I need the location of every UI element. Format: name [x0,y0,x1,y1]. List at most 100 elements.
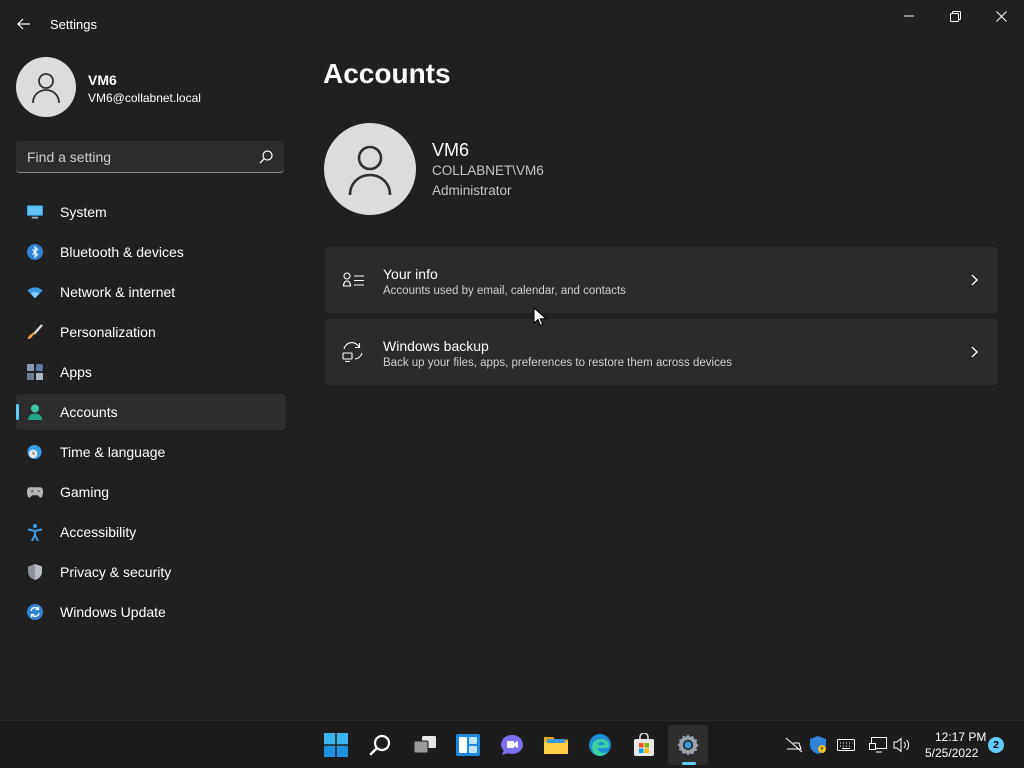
sidebar-item-label: Personalization [60,324,156,340]
back-button[interactable] [12,12,36,36]
user-avatar-icon [348,145,392,196]
sidebar-item-personalization[interactable]: Personalization [16,314,286,350]
minimize-icon [904,15,914,17]
minimize-button[interactable] [886,0,932,32]
app-title: Settings [50,17,97,32]
windows-backup-card[interactable]: Windows backup Back up your files, apps,… [325,319,998,385]
taskbar-chat-button[interactable] [492,725,532,765]
system-monitor-icon [27,204,43,220]
settings-search-box[interactable] [16,141,284,173]
taskbar-store-button[interactable] [624,725,664,765]
close-icon [995,10,1007,22]
sidebar-item-windows-update[interactable]: Windows Update [16,594,286,630]
contact-card-icon [342,270,364,290]
volume-icon [893,737,910,753]
close-button[interactable] [978,0,1024,32]
notification-badge[interactable]: 2 [988,737,1004,753]
avatar [16,57,76,117]
card-subtitle: Back up your files, apps, preferences to… [383,357,732,369]
edge-icon [589,734,611,756]
sidebar-item-label: Windows Update [60,604,166,620]
file-explorer-icon [544,737,568,754]
profile-email: VM6@collabnet.local [88,91,201,105]
bluetooth-icon [27,244,43,260]
clock-date[interactable]: 5/25/2022 [925,746,978,760]
apps-icon [27,364,43,380]
restore-button[interactable] [932,0,978,32]
taskbar-file-explorer-button[interactable] [536,725,576,765]
card-subtitle: Accounts used by email, calendar, and co… [383,285,626,297]
sidebar-item-apps[interactable]: Apps [16,354,286,390]
sidebar-item-privacy-security[interactable]: Privacy & security [16,554,286,590]
start-icon [324,733,348,757]
accessibility-icon [27,523,43,541]
globe-clock-icon [27,444,43,460]
user-avatar-icon [32,73,60,104]
sidebar-item-label: Time & language [60,444,166,460]
restore-icon [949,10,961,22]
mouse-cursor-icon [533,307,547,327]
shield-icon [27,564,43,580]
search-icon[interactable] [258,149,274,165]
defender-shield-icon [810,736,826,754]
card-title: Your info [383,266,438,282]
sidebar-item-label: System [60,204,107,220]
taskbar: 12:17 PM 5/25/2022 2 [0,720,1024,768]
sidebar-item-label: Bluetooth & devices [60,244,184,260]
taskbar-settings-button[interactable] [668,725,708,765]
backup-sync-icon [342,342,364,362]
sidebar-item-label: Network & internet [60,284,176,300]
settings-gear-icon [677,734,699,756]
search-input[interactable] [16,141,252,172]
sidebar-item-label: Gaming [60,484,110,500]
account-domain: COLLABNET\VM6 [432,163,544,178]
profile-header[interactable]: VM6 VM6@collabnet.local [16,57,286,117]
active-app-indicator [682,762,696,765]
title-bar: Settings [0,0,1024,48]
tray-volume[interactable] [892,735,912,755]
wifi-icon [27,284,43,300]
sidebar-item-accessibility[interactable]: Accessibility [16,514,286,550]
account-role: Administrator [432,183,512,198]
sidebar-item-label: Privacy & security [60,564,172,580]
display-icon [869,737,887,753]
task-view-icon [413,736,436,754]
sidebar-item-network-internet[interactable]: Network & internet [16,274,286,310]
gamepad-icon [27,484,43,500]
clock-time[interactable]: 12:17 PM [935,730,986,744]
sidebar-item-accounts[interactable]: Accounts [16,394,286,430]
sidebar-item-label: Accounts [60,404,118,420]
paintbrush-icon [27,324,43,340]
sidebar-item-gaming[interactable]: Gaming [16,474,286,510]
sidebar-nav: System Bluetooth & devices Network & int… [16,194,286,634]
store-icon [634,733,654,756]
update-sync-icon [27,604,43,620]
account-avatar [324,123,416,215]
taskbar-task-view-button[interactable] [405,725,445,765]
account-name: VM6 [432,140,470,160]
teams-chat-icon [501,735,523,755]
taskbar-start-button[interactable] [316,725,356,765]
page-title: Accounts [323,58,451,89]
widgets-icon [456,734,480,756]
tray-network-off[interactable] [784,735,804,755]
keyboard-icon [837,739,855,751]
sidebar-item-label: Apps [60,364,92,380]
search-icon [369,734,391,756]
your-info-card[interactable]: Your info Accounts used by email, calend… [325,247,998,313]
tray-display[interactable] [868,735,888,755]
tray-keyboard[interactable] [836,735,856,755]
card-title: Windows backup [383,338,489,354]
chevron-right-icon [968,344,980,360]
sidebar-item-system[interactable]: System [16,194,286,230]
taskbar-search-button[interactable] [360,725,400,765]
network-off-icon [785,737,803,753]
taskbar-edge-button[interactable] [580,725,620,765]
taskbar-widgets-button[interactable] [448,725,488,765]
profile-name: VM6 [88,72,117,88]
sidebar-item-time-language[interactable]: Time & language [16,434,286,470]
tray-defender[interactable] [808,735,828,755]
person-icon [27,404,43,420]
sidebar-item-bluetooth-devices[interactable]: Bluetooth & devices [16,234,286,270]
chevron-right-icon [968,272,980,288]
